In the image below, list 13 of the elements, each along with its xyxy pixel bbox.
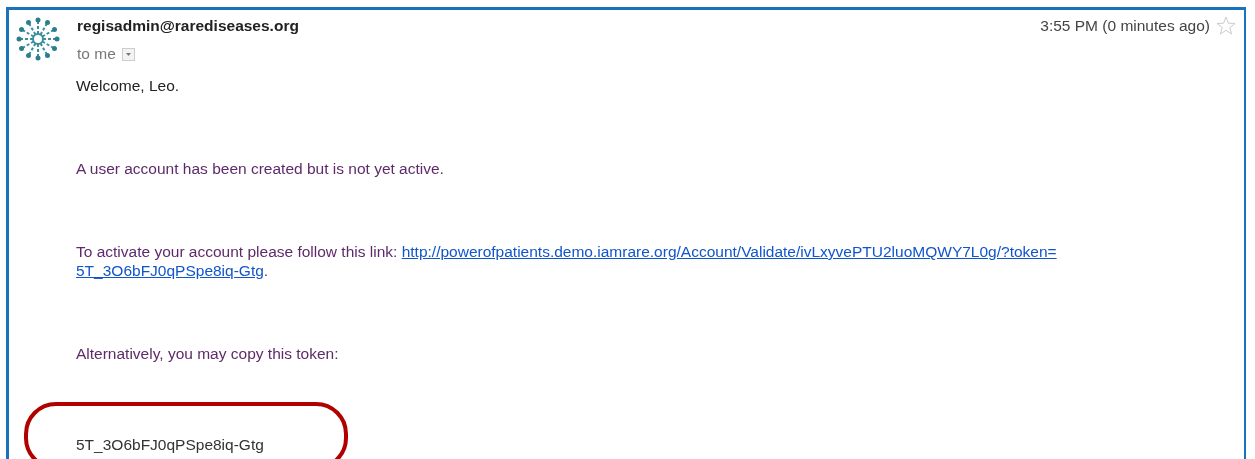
- sender-email: regisadmin@rarediseases.org: [77, 17, 299, 35]
- greeting-text: Welcome, Leo.: [76, 76, 181, 95]
- activation-link[interactable]: http://powerofpatients.demo.iamrare.org/Account/Validate/ivLxyvePTU2luoMQWY7L0g/?token=: [401, 243, 1057, 260]
- message-text: Alternatively, you may copy this token:: [76, 344, 340, 363]
- recipient-label: to me: [77, 45, 116, 63]
- token-text: 5T_3O6bFJ0qPSpe8iq-Gtg: [76, 436, 264, 453]
- period-text: .: [263, 262, 269, 279]
- activation-link[interactable]: 5T_3O6bFJ0qPSpe8iq-Gtg: [76, 262, 264, 279]
- dropdown-icon[interactable]: [121, 47, 135, 61]
- star-icon[interactable]: [1216, 16, 1236, 36]
- timestamp: 3:55 PM (0 minutes ago): [1040, 17, 1210, 35]
- message-text: A user account has been created but is not yet active.: [76, 159, 445, 178]
- message-text: To activate your account please follow this link:: [76, 243, 399, 260]
